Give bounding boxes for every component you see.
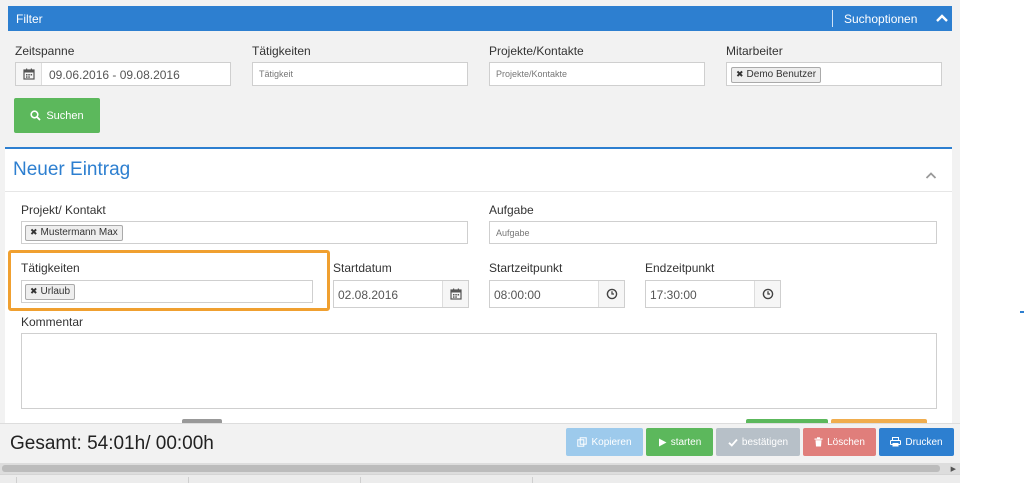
- delete-button-label: Löschen: [827, 436, 865, 448]
- strip-cell: [532, 477, 702, 483]
- mitarbeiter-label: Mitarbeiter: [726, 44, 783, 58]
- endzeit-label: Endzeitpunkt: [645, 261, 715, 275]
- endzeit-value: 17:30:00: [650, 288, 697, 302]
- filter-taetigkeiten-placeholder: Tätigkeit: [259, 69, 294, 79]
- main-area: Filter Suchoptionen Zeitspanne 09.06.201…: [0, 0, 960, 483]
- projekt-tag[interactable]: ✖ Mustermann Max: [25, 225, 123, 241]
- startdatum-field[interactable]: 02.08.2016: [333, 280, 469, 308]
- zeitspanne-value: 09.06.2016 - 09.08.2016: [49, 68, 180, 82]
- start-button[interactable]: starten: [646, 428, 713, 456]
- clock-icon[interactable]: [754, 281, 780, 307]
- zeitspanne-label: Zeitspanne: [15, 44, 75, 58]
- filter-header: Filter Suchoptionen: [8, 6, 952, 31]
- calendar-icon[interactable]: [442, 281, 468, 307]
- app-window: Filter Suchoptionen Zeitspanne 09.06.201…: [0, 0, 1024, 483]
- mitarbeiter-input[interactable]: ✖ Demo Benutzer: [726, 62, 942, 86]
- edge-mark: [1020, 311, 1024, 313]
- strip-cell: [16, 477, 186, 483]
- filter-taetigkeiten-label: Tätigkeiten: [252, 44, 311, 58]
- remove-tag-icon[interactable]: ✖: [30, 227, 38, 237]
- kommentar-label: Kommentar: [21, 315, 84, 329]
- filter-title: Filter: [16, 12, 43, 26]
- confirm-button-label: bestätigen: [741, 436, 789, 448]
- scroll-right-arrow-icon[interactable]: ▶: [951, 465, 956, 473]
- search-button-label: Suchen: [46, 109, 84, 122]
- highlight-frame: [8, 250, 330, 311]
- delete-button[interactable]: Löschen: [803, 428, 876, 456]
- clock-icon[interactable]: [598, 281, 624, 307]
- projekte-placeholder: Projekte/Kontakte: [496, 69, 568, 79]
- total-time: Gesamt: 54:01h/ 00:00h: [10, 433, 214, 454]
- projekt-input[interactable]: ✖ Mustermann Max: [21, 221, 468, 244]
- search-icon: [30, 110, 41, 121]
- panel-title: Neuer Eintrag: [13, 159, 131, 180]
- mitarbeiter-tag[interactable]: ✖ Demo Benutzer: [731, 67, 822, 83]
- right-margin: [960, 0, 1024, 483]
- printer-icon: [890, 437, 902, 447]
- print-button[interactable]: Drucken: [879, 428, 954, 456]
- endzeit-field[interactable]: 17:30:00: [645, 280, 781, 308]
- startdatum-label: Startdatum: [333, 261, 392, 275]
- play-icon: [658, 438, 667, 446]
- aufgabe-placeholder: Aufgabe: [496, 228, 530, 238]
- startzeit-field[interactable]: 08:00:00: [489, 280, 625, 308]
- confirm-button[interactable]: bestätigen: [716, 428, 800, 456]
- collapse-chevron-icon[interactable]: [925, 171, 937, 179]
- projekt-label: Projekt/ Kontakt: [21, 203, 106, 217]
- search-button[interactable]: Suchen: [14, 98, 100, 133]
- panel-divider: [5, 191, 952, 192]
- startzeit-value: 08:00:00: [494, 288, 541, 302]
- strip-cell: [188, 477, 358, 483]
- start-button-label: starten: [670, 436, 702, 448]
- projekt-tag-label: Mustermann Max: [40, 227, 118, 238]
- chevron-up-icon[interactable]: [936, 13, 948, 23]
- calendar-icon[interactable]: [16, 63, 42, 85]
- mitarbeiter-tag-label: Demo Benutzer: [746, 69, 817, 80]
- startzeit-label: Startzeitpunkt: [489, 261, 563, 275]
- strip-cell: [360, 477, 530, 483]
- filter-header-separator: [832, 10, 833, 27]
- startdatum-value: 02.08.2016: [338, 288, 399, 302]
- bottom-strip: [0, 474, 960, 483]
- zeitspanne-field[interactable]: 09.06.2016 - 09.08.2016: [15, 62, 231, 86]
- checkmark-icon: [728, 438, 738, 447]
- filter-taetigkeiten-input[interactable]: Tätigkeit: [252, 62, 468, 86]
- remove-tag-icon[interactable]: ✖: [736, 69, 744, 79]
- scrollbar-thumb[interactable]: [2, 465, 940, 472]
- copy-button[interactable]: Kopieren: [566, 428, 643, 456]
- copy-button-label: Kopieren: [591, 436, 632, 448]
- horizontal-scrollbar[interactable]: ▶: [0, 463, 960, 474]
- projekte-label: Projekte/Kontakte: [489, 44, 584, 58]
- aufgabe-label: Aufgabe: [489, 203, 534, 217]
- projekte-input[interactable]: Projekte/Kontakte: [489, 62, 705, 86]
- search-options-toggle[interactable]: Suchoptionen: [844, 12, 917, 26]
- kommentar-textarea[interactable]: [21, 333, 937, 409]
- print-button-label: Drucken: [905, 436, 943, 448]
- copy-icon: [577, 437, 588, 447]
- trash-icon: [814, 437, 823, 447]
- aufgabe-input[interactable]: Aufgabe: [489, 221, 937, 244]
